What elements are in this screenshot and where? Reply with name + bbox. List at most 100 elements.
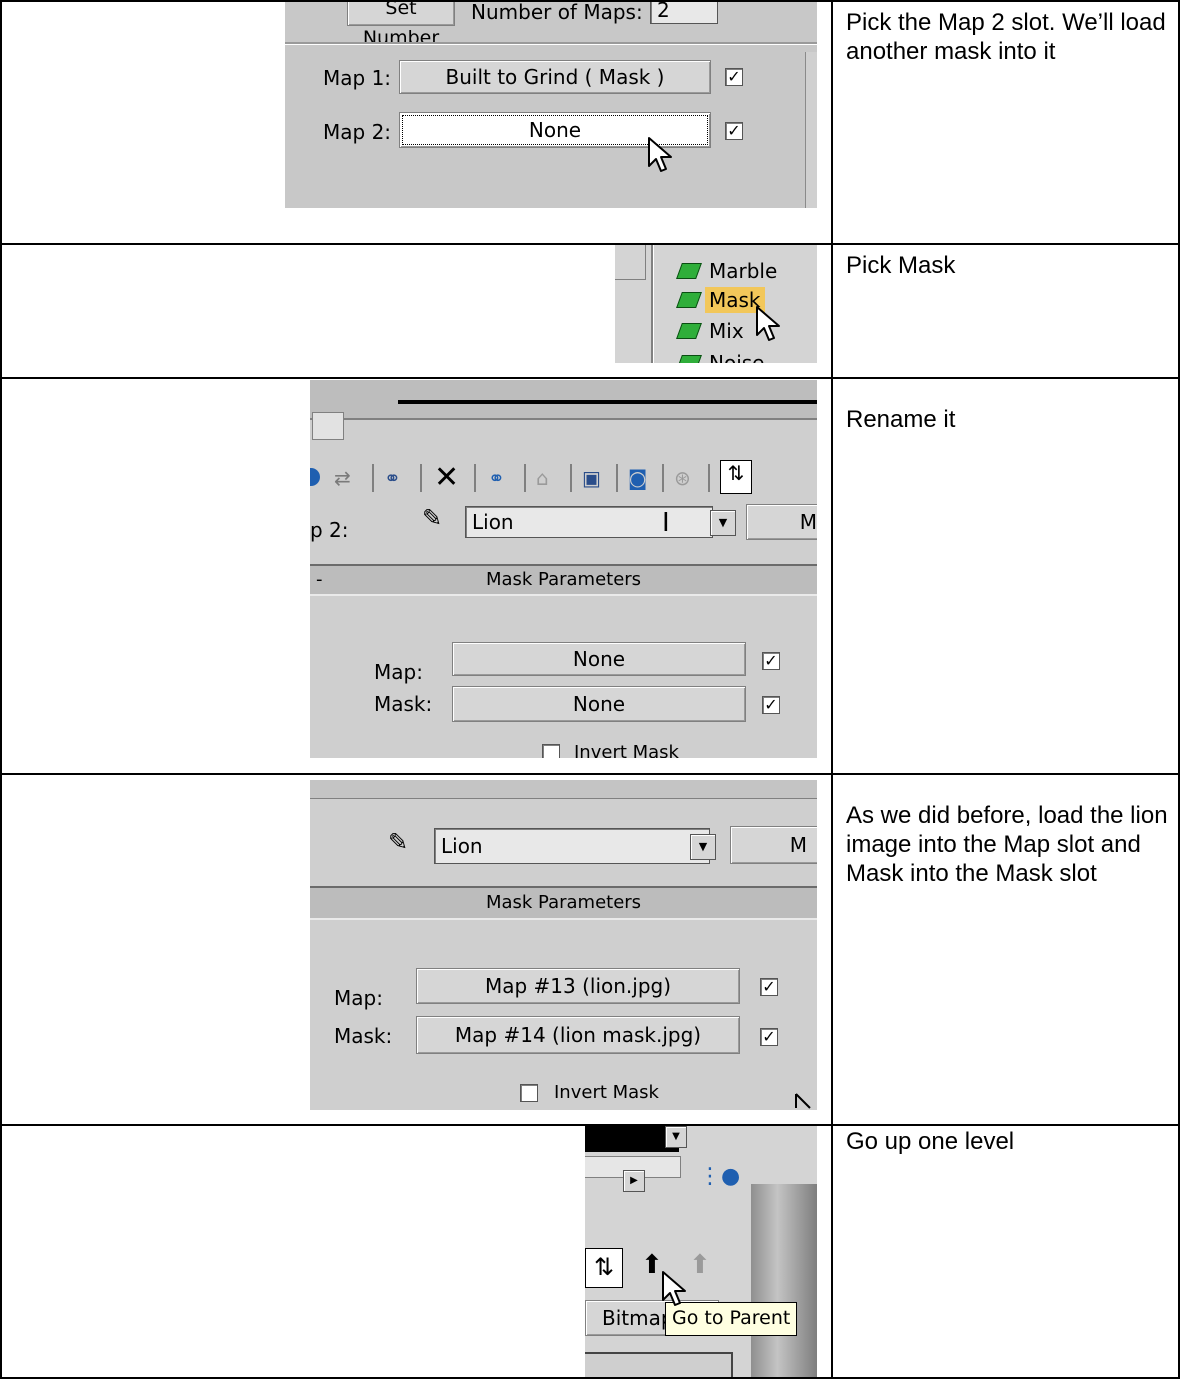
screenshot-go-to-parent: ▼ ▶ ⋮● ⇅ ⬆ ⬆ Bitmap Go to Parent (585, 1126, 817, 1377)
map2-label: Map 2: (323, 120, 392, 144)
toolbar-separator (708, 464, 710, 492)
mask-label: Mask: (374, 692, 433, 716)
map-type-button[interactable]: M (746, 504, 817, 540)
delete-icon[interactable]: ✕ (434, 460, 459, 495)
set-number-button[interactable]: Set Number (347, 2, 455, 49)
go-to-parent-icon[interactable]: ⬆ (641, 1250, 663, 1280)
toolbar-separator (662, 464, 664, 492)
mouse-cursor-icon (662, 1271, 686, 1306)
map1-label: Map 1: (323, 66, 392, 90)
map-checkbox[interactable]: ✓ (762, 652, 780, 670)
list-item-label: Marble (709, 259, 778, 283)
eyedropper-icon[interactable]: ✎ (422, 504, 442, 532)
scrollbar[interactable] (805, 52, 817, 208)
map-name-field[interactable]: Lion (434, 828, 710, 864)
step-note: Go up one level (846, 1128, 1015, 1155)
number-of-maps-label: Number of Maps: (471, 2, 643, 24)
toolbar-separator (616, 464, 618, 492)
screenshot-map-slots: Set Number Number of Maps: 2 Map 1: Buil… (285, 2, 817, 208)
mask-button[interactable]: None (452, 686, 746, 722)
map-name-field[interactable]: Lion (465, 506, 713, 538)
map-type-icon (676, 263, 702, 279)
map-level-label: p 2: (310, 518, 349, 542)
sample-slot[interactable] (312, 412, 344, 440)
go-to-parent-icon[interactable]: ⇅ (720, 460, 752, 494)
eyedropper-icon[interactable]: ✎ (388, 828, 408, 856)
toolbar-separator (524, 464, 526, 492)
chevron-right-icon[interactable]: ▶ (623, 1170, 645, 1192)
rollout-header[interactable]: - Mask Parameters (310, 564, 817, 596)
row-divider (0, 377, 1180, 379)
library-icon: ⌂ (536, 466, 549, 490)
material-id-icon[interactable]: ▣ (582, 466, 601, 490)
rollout-header[interactable]: Mask Parameters (310, 886, 817, 920)
toolbar-separator (420, 464, 422, 492)
map-label: Map: (334, 986, 383, 1010)
unique-icon[interactable]: ⚭ (488, 466, 505, 490)
toolbar-fragment (310, 780, 817, 799)
invert-mask-label: Invert Mask (574, 742, 679, 758)
chevron-down-icon[interactable]: ▼ (690, 834, 716, 860)
mask-checkbox[interactable]: ✓ (762, 696, 780, 714)
map-type-icon (676, 292, 702, 308)
invert-mask-label: Invert Mask (554, 1082, 659, 1103)
screenshot-mask-loaded: ✎ Lion ▼ M Mask Parameters Map: Map #13 … (310, 780, 817, 1110)
map-button[interactable]: Map #13 (lion.jpg) (416, 968, 740, 1004)
map2-checkbox[interactable]: ✓ (725, 122, 743, 140)
map-type-icon (676, 323, 702, 339)
map-button[interactable]: None (452, 642, 746, 676)
panel-frame (585, 1352, 733, 1377)
map-label: Map: (374, 660, 423, 684)
mask-button[interactable]: Map #14 (lion mask.jpg) (416, 1016, 740, 1054)
panel-divider (651, 245, 654, 363)
viewport-preview (751, 1184, 817, 1377)
chevron-down-icon[interactable]: ▼ (665, 1126, 687, 1148)
map-type-icon (676, 355, 702, 363)
screenshot-rename-map: ⇄ ⚭ ✕ ⚭ ⌂ ▣ ◙ ⊛ ⇅ p 2: ✎ Lion I ▼ M - Ma… (310, 380, 817, 758)
toolbar-separator (570, 464, 572, 492)
mask-label: Mask: (334, 1024, 393, 1048)
sphere-icon[interactable] (310, 468, 320, 486)
toolbar-separator (474, 464, 476, 492)
map-type-button[interactable]: M (730, 826, 817, 864)
map-checkbox[interactable]: ✓ (760, 978, 778, 996)
track-bar (398, 400, 817, 404)
go-forward-to-sibling-icon: ⬆ (689, 1250, 711, 1280)
mouse-cursor-icon (648, 137, 672, 172)
screenshot-map-browser: Marble Mask Mix Noise (615, 245, 817, 363)
put-material-icon[interactable]: ⇄ (334, 466, 351, 490)
toolbar-separator (372, 464, 374, 492)
column-divider (831, 0, 833, 1379)
material-map-navigator-icon[interactable]: ⋮● (699, 1164, 740, 1189)
collapse-icon[interactable]: - (316, 566, 323, 594)
show-end-result-icon[interactable]: ⇅ (585, 1248, 623, 1288)
number-of-maps-field[interactable]: 2 (650, 2, 718, 24)
rollout-title: Mask Parameters (485, 569, 642, 590)
row-divider (0, 773, 1180, 775)
step-note: Pick the Map 2 slot. We’ll load another … (846, 9, 1166, 65)
map1-checkbox[interactable]: ✓ (725, 68, 743, 86)
mouse-cursor-icon (756, 306, 780, 341)
invert-mask-checkbox[interactable] (542, 744, 560, 758)
panel-frame (615, 245, 646, 280)
show-map-icon[interactable]: ◙ (628, 466, 647, 490)
invert-mask-checkbox[interactable] (520, 1084, 538, 1102)
group-separator (285, 42, 817, 45)
row-divider (0, 243, 1180, 245)
chevron-down-icon[interactable]: ▼ (710, 510, 736, 536)
text-cursor-icon: I (662, 508, 670, 538)
show-end-result-icon[interactable]: ⊛ (674, 466, 691, 490)
list-item-label: Mix (709, 319, 744, 343)
mask-checkbox[interactable]: ✓ (760, 1028, 778, 1046)
rollout-title: Mask Parameters (485, 892, 642, 913)
list-item-label: Mask (709, 288, 761, 312)
step-note: Pick Mask (846, 252, 956, 279)
table-border-left (0, 0, 2, 1379)
step-note: Rename it (846, 406, 956, 433)
step-note: As we did before, load the lion image in… (846, 802, 1168, 887)
viewport-strip (310, 380, 817, 420)
assign-material-icon[interactable]: ⚭ (384, 466, 401, 490)
list-item-label: Noise (709, 351, 765, 363)
resize-cursor-icon (795, 1093, 811, 1109)
map1-button[interactable]: Built to Grind ( Mask ) (399, 60, 711, 94)
